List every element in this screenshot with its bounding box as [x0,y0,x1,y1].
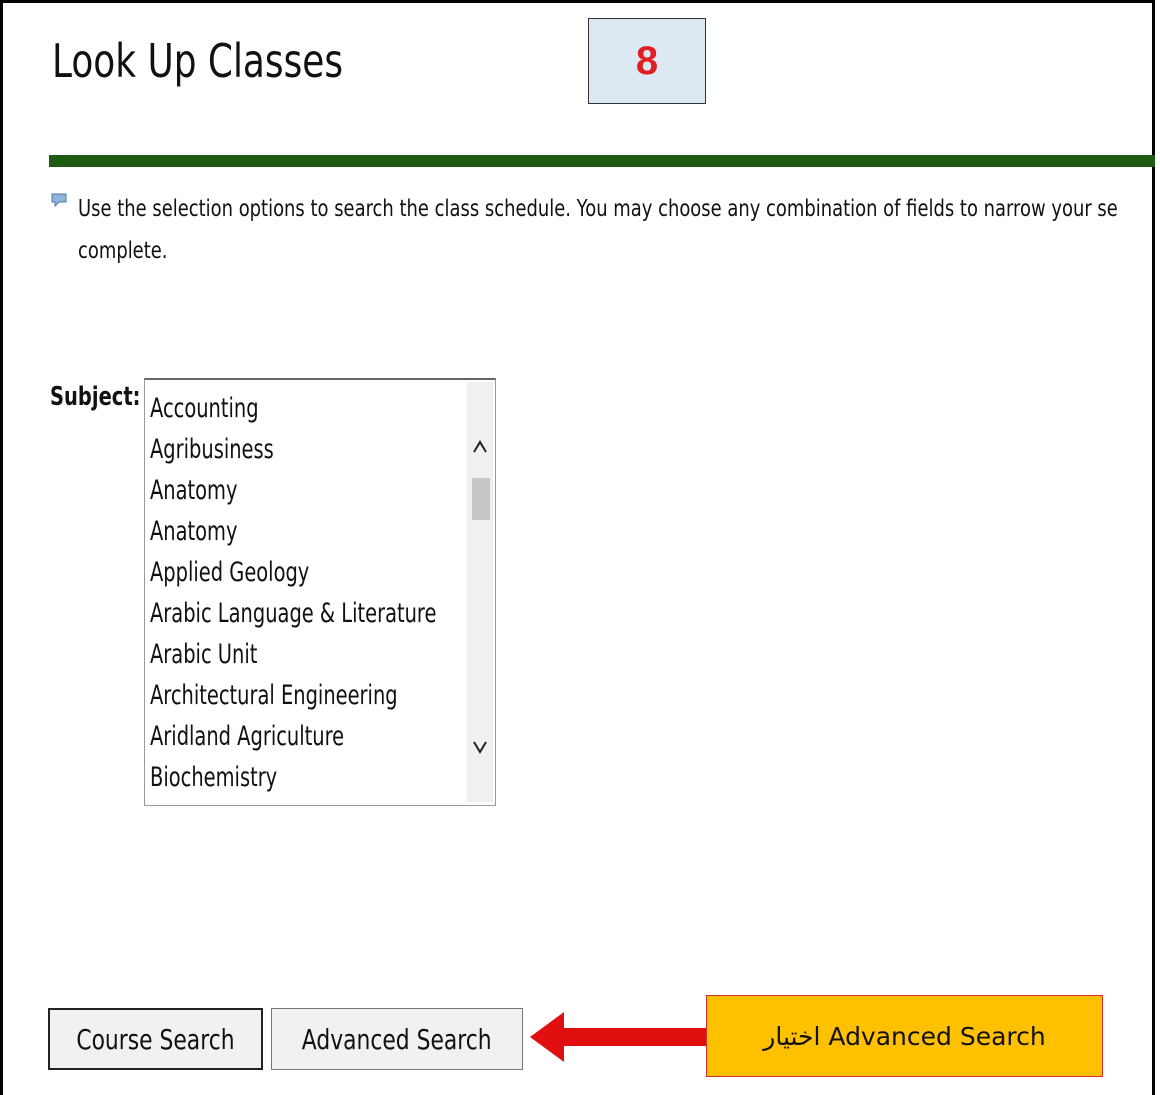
chevron-down-icon[interactable] [467,732,493,762]
subject-options: Accounting Agribusiness Anatomy Anatomy … [150,388,470,798]
instructions-line-2: complete. [78,238,168,264]
subject-option[interactable]: Aridland Agriculture [150,716,380,757]
left-arrow-icon [530,1012,706,1062]
course-search-button[interactable]: Course Search [48,1008,263,1070]
scrollbar-thumb[interactable] [472,478,490,520]
callout-box: اختيار Advanced Search [706,995,1103,1077]
subject-option[interactable]: Agribusiness [150,429,380,470]
info-balloon-icon [51,193,67,207]
subject-scrollbar[interactable] [467,382,493,802]
subject-option[interactable]: Anatomy [150,511,380,552]
step-number-badge: 8 [588,18,706,104]
subject-option[interactable]: Arabic Language & Literature [150,593,436,634]
subject-option[interactable]: Accounting [150,388,380,429]
subject-listbox[interactable]: Accounting Agribusiness Anatomy Anatomy … [144,378,496,806]
subject-option[interactable]: Architectural Engineering [150,675,398,716]
instructions-text: Use the selection options to search the … [78,188,1154,268]
subject-option[interactable]: Biochemistry [150,757,380,798]
subject-label: Subject: [50,382,141,412]
course-search-label: Course Search [76,1022,235,1056]
page-title: Look Up Classes [52,34,344,88]
subject-option[interactable]: Anatomy [150,470,380,511]
subject-option[interactable]: Arabic Unit [150,634,380,675]
title-divider [49,155,1155,167]
chevron-up-icon[interactable] [467,432,493,462]
subject-option[interactable]: Applied Geology [150,552,380,593]
instructions-line-1: Use the selection options to search the … [78,196,1118,222]
advanced-search-button[interactable]: Advanced Search [271,1008,523,1070]
advanced-search-label: Advanced Search [302,1022,492,1056]
